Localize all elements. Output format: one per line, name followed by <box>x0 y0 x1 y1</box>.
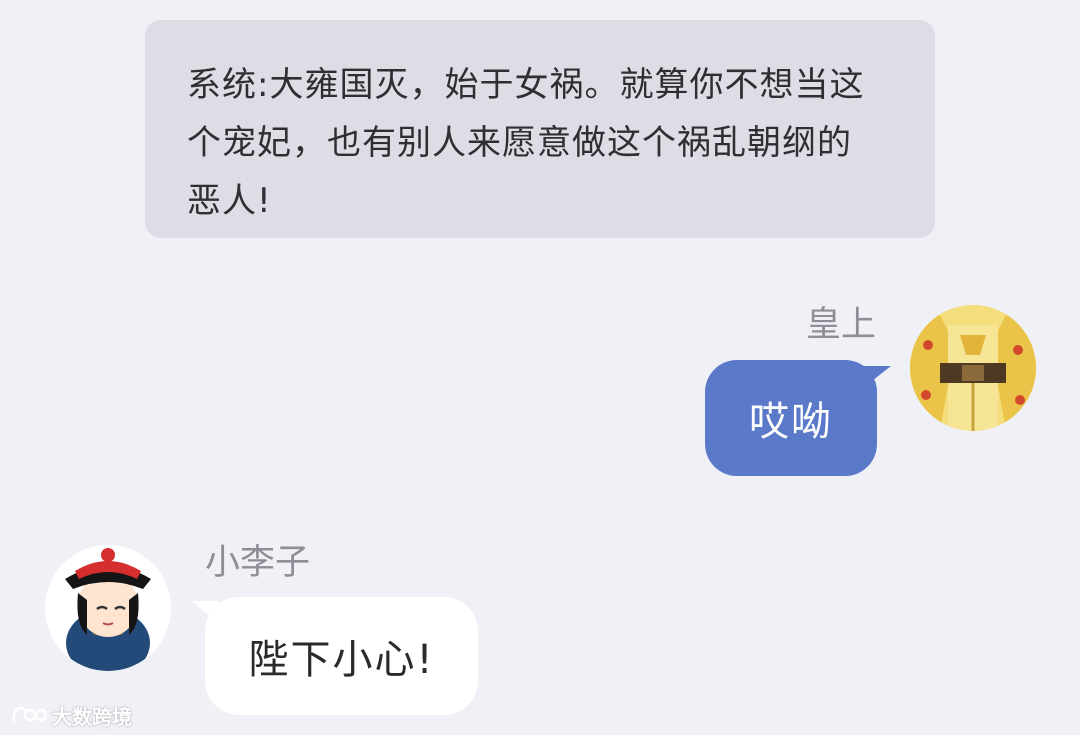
system-message-line: 个宠妃，也有别人来愿意做这个祸乱朝纲的 <box>187 123 852 163</box>
watermark-logo-icon <box>12 706 48 723</box>
eunuch-avatar-icon[interactable] <box>45 545 171 671</box>
watermark-text: 大数跨境 <box>52 704 132 729</box>
watermark: 大数跨境 <box>10 700 132 730</box>
message-bubble-incoming[interactable]: 陛下小心! <box>191 597 478 715</box>
emperor-avatar-icon[interactable] <box>910 305 1036 431</box>
sender-name-emperor: 皇上 <box>805 305 876 345</box>
sender-name-xiaolizi: 小李子 <box>205 543 311 583</box>
message-bubble-outgoing[interactable]: 哎呦 <box>705 360 891 476</box>
system-message-line: 恶人! <box>187 181 272 221</box>
system-message-bubble: 系统:大雍国灭，始于女祸。就算你不想当这 个宠妃，也有别人来愿意做这个祸乱朝纲的… <box>145 20 935 238</box>
system-message-line: 系统:大雍国灭，始于女祸。就算你不想当这 <box>187 65 865 105</box>
